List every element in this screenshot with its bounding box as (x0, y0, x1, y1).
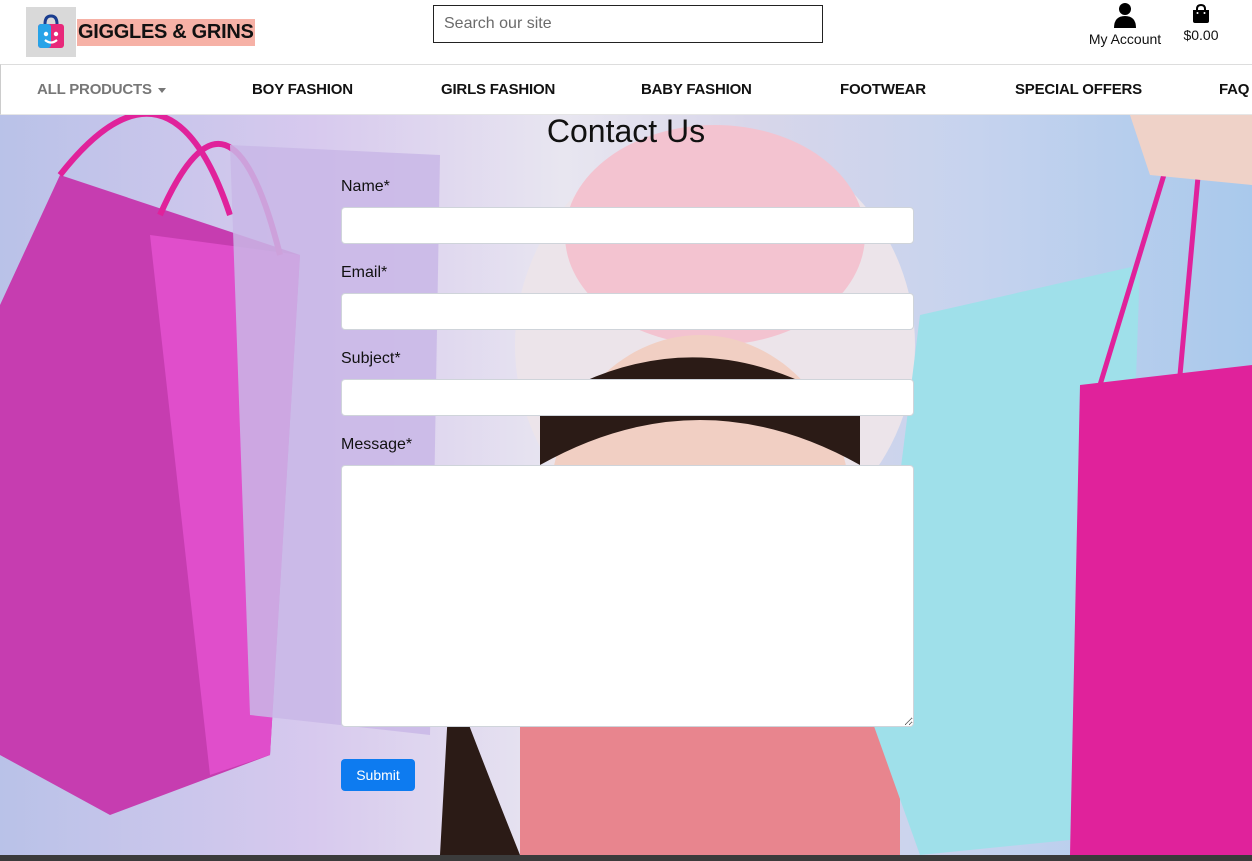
user-icon (1114, 3, 1136, 28)
nav-footwear[interactable]: FOOTWEAR (840, 81, 926, 98)
shopping-bag-icon (1193, 4, 1209, 23)
cart-total: $0.00 (1183, 27, 1219, 43)
cart-link[interactable]: $0.00 (1180, 4, 1222, 43)
nav-girls-fashion[interactable]: GIRLS FASHION (441, 81, 555, 98)
nav-all-products-dropdown[interactable]: ALL PRODUCTS (37, 81, 166, 98)
nav-all-products-label: ALL PRODUCTS (37, 81, 152, 98)
subject-label: Subject* (341, 350, 401, 367)
nav-boy-fashion[interactable]: BOY FASHION (252, 81, 353, 98)
email-label: Email* (341, 264, 388, 281)
subject-field[interactable] (341, 379, 914, 416)
nav-baby-fashion[interactable]: BABY FASHION (641, 81, 752, 98)
message-textarea[interactable] (341, 465, 914, 727)
message-label: Message* (341, 436, 413, 453)
my-account-label: My Account (1088, 31, 1162, 47)
main-navigation: ALL PRODUCTS BOY FASHION GIRLS FASHION B… (0, 64, 1252, 115)
brand-logo[interactable]: GIGGLES & GRINS (26, 7, 255, 57)
submit-button[interactable]: Submit (341, 759, 415, 791)
email-field[interactable] (341, 293, 914, 330)
nav-special-offers[interactable]: SPECIAL OFFERS (1015, 81, 1142, 98)
shopping-bag-logo-icon (26, 7, 76, 57)
nav-faq[interactable]: FAQ (1219, 81, 1249, 98)
name-label: Name* (341, 178, 390, 195)
site-header: GIGGLES & GRINS My Account $0.00 (0, 0, 1252, 64)
page-title: Contact Us (546, 113, 706, 149)
caret-down-icon (157, 87, 166, 93)
search-input[interactable] (433, 5, 823, 43)
brand-name: GIGGLES & GRINS (77, 18, 255, 46)
footer-edge (0, 855, 1252, 861)
name-field[interactable] (341, 207, 914, 244)
my-account-link[interactable]: My Account (1085, 2, 1165, 47)
